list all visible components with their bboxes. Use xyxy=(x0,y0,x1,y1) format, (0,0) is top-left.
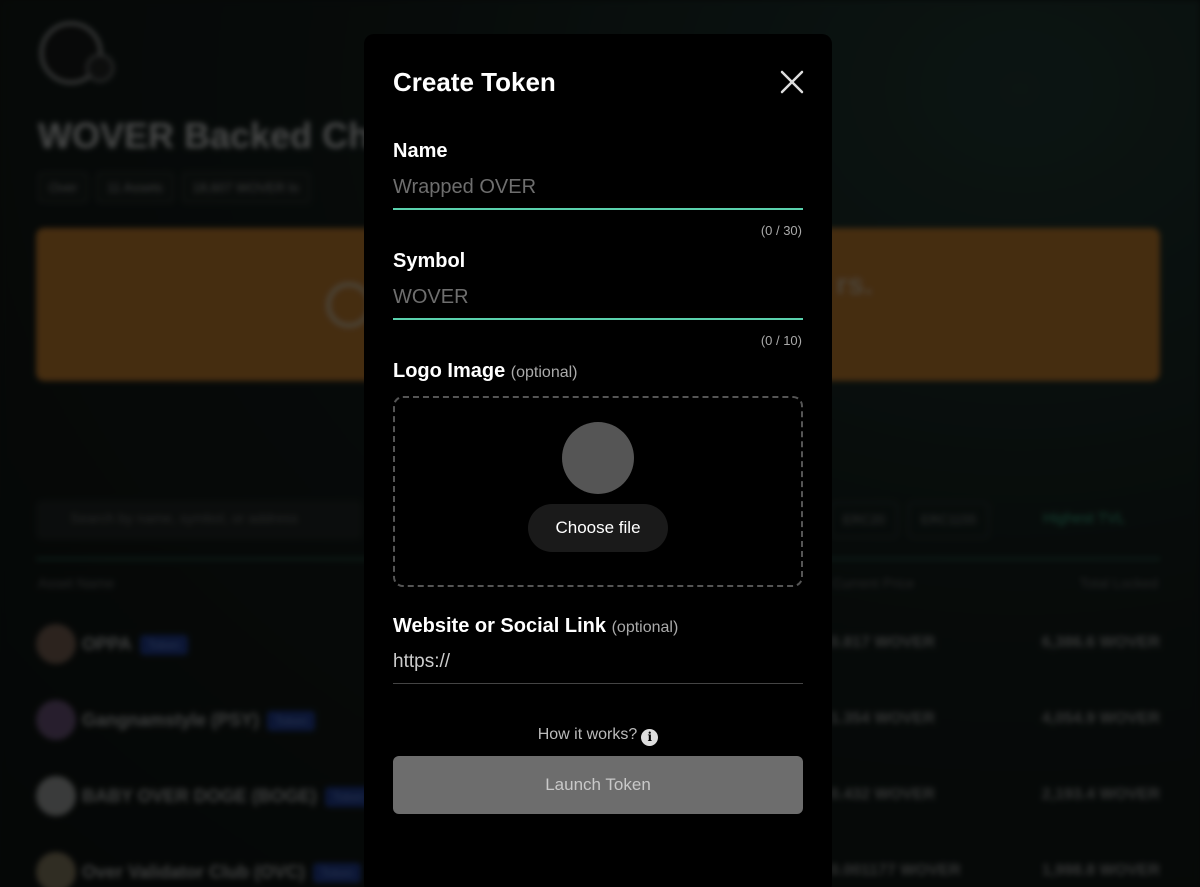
logo-dropzone[interactable]: Choose file xyxy=(393,396,803,587)
how-it-works-link[interactable]: How it works? i xyxy=(364,726,832,746)
choose-file-button[interactable]: Choose file xyxy=(528,504,668,552)
symbol-counter: (0 / 10) xyxy=(760,333,802,348)
logo-label: Logo Image (optional) xyxy=(393,360,578,383)
name-label: Name xyxy=(393,140,448,162)
launch-token-button[interactable]: Launch Token xyxy=(393,756,803,814)
symbol-label: Symbol xyxy=(393,250,466,272)
link-input[interactable] xyxy=(393,640,803,684)
name-input[interactable] xyxy=(393,166,803,210)
symbol-input[interactable] xyxy=(393,276,803,320)
logo-preview xyxy=(562,422,634,494)
close-icon xyxy=(780,70,804,94)
link-label-text: Website or Social Link xyxy=(393,615,607,637)
info-icon: i xyxy=(641,729,659,746)
link-label: Website or Social Link (optional) xyxy=(393,615,678,638)
modal-title: Create Token xyxy=(393,67,556,97)
name-counter: (0 / 30) xyxy=(760,223,802,238)
logo-label-text: Logo Image xyxy=(393,360,506,382)
how-it-works-text: How it works? xyxy=(537,726,638,743)
close-button[interactable] xyxy=(778,68,806,96)
optional-hint: (optional) xyxy=(611,619,679,636)
create-token-modal: Create Token Name (0 / 30) Symbol (0 / 1… xyxy=(364,34,832,887)
optional-hint: (optional) xyxy=(510,364,578,381)
